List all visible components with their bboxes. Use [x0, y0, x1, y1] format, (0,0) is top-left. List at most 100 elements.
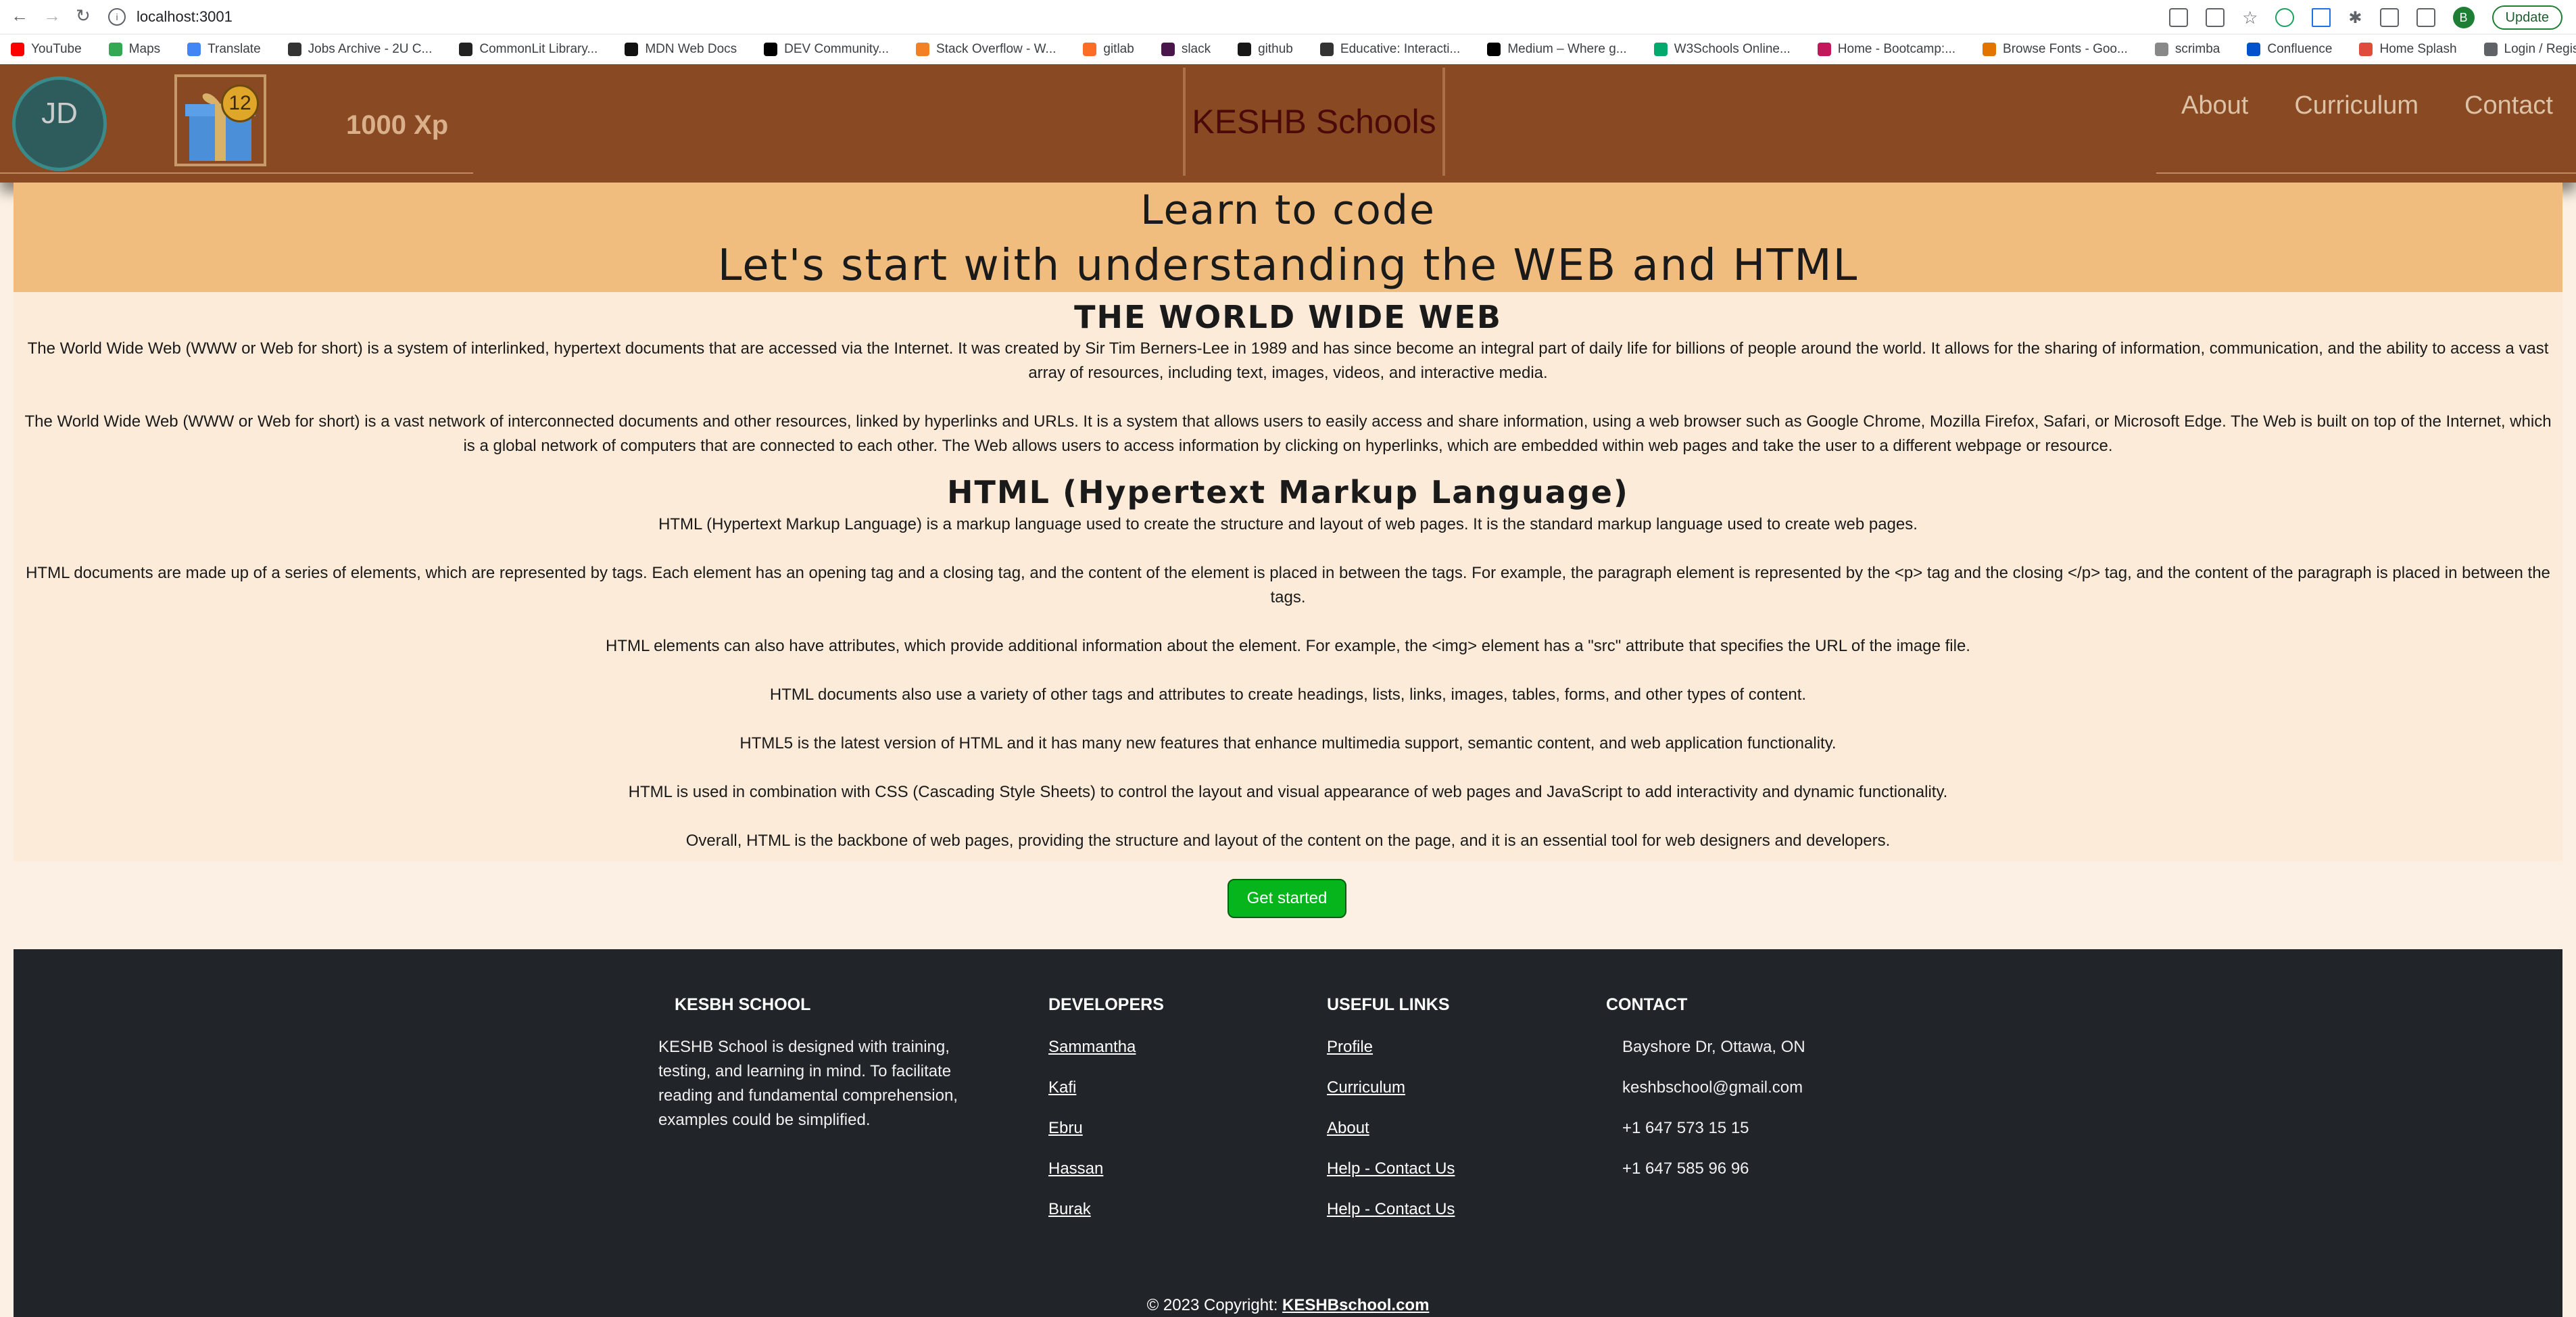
slack-icon	[1161, 43, 1175, 56]
bookmark-label: CommonLit Library...	[479, 42, 598, 56]
html-paragraph: HTML (Hypertext Markup Language) is a ma…	[658, 515, 1918, 533]
brand-logo[interactable]: KESHB Schools	[1183, 68, 1445, 176]
globe-icon	[2483, 43, 2498, 56]
grammarly-icon[interactable]	[2275, 8, 2295, 27]
bookmark-item[interactable]: scrimba	[2154, 42, 2220, 57]
copyright-text: © 2023 Copyright:	[1146, 1296, 1283, 1314]
footer-school-text: KESHB School is designed with training, …	[658, 1038, 958, 1129]
bookmark-label: scrimba	[2174, 42, 2220, 56]
developer-link[interactable]: Burak	[1048, 1197, 1251, 1222]
bookmark-item[interactable]: Medium – Where g...	[1487, 42, 1627, 57]
xp-counter: 1000 Xp	[346, 110, 449, 140]
star-icon[interactable]: ☆	[2242, 7, 2258, 28]
bookmark-item[interactable]: Login / Register	[2483, 42, 2576, 57]
footer-useful-links-heading: USEFUL LINKS	[1327, 995, 1450, 1014]
developer-link[interactable]: Hassan	[1048, 1157, 1251, 1181]
url-text: localhost:3001	[137, 8, 233, 25]
address-bar[interactable]: i localhost:3001	[108, 4, 2474, 30]
hero-title: Learn to code	[1140, 187, 1436, 234]
bookmark-item[interactable]: MDN Web Docs	[625, 42, 737, 57]
profile-avatar[interactable]: B	[2452, 7, 2475, 28]
footer-link-curriculum[interactable]: Curriculum	[1327, 1076, 1557, 1100]
bookmark-label: Educative: Interacti...	[1340, 42, 1461, 56]
nav-curriculum[interactable]: Curriculum	[2271, 91, 2441, 120]
nav-contact[interactable]: Contact	[2441, 91, 2576, 120]
bookmark-item[interactable]: gitlab	[1083, 42, 1134, 57]
footer-link-about[interactable]: About	[1327, 1116, 1557, 1141]
bookmark-item[interactable]: Home - Bootcamp:...	[1817, 42, 1955, 57]
reload-icon[interactable]: ↻	[76, 5, 91, 26]
side-panel-icon[interactable]	[2416, 8, 2435, 27]
bookmarks-bar: YouTube Maps Translate Jobs Archive - 2U C.…	[0, 34, 2576, 64]
bookmark-label: Stack Overflow - W...	[936, 42, 1056, 56]
hero-subtitle: Let's start with understanding the WEB a…	[717, 241, 1859, 291]
copyright: © 2023 Copyright: KESHBschool.com	[14, 1296, 2562, 1315]
footer-developers-column: DEVELOPERS Sammantha Kafi Ebru Hassan Bu…	[1048, 995, 1251, 1238]
user-avatar[interactable]: JD	[12, 76, 107, 171]
forward-icon[interactable]: →	[43, 5, 61, 26]
reading-list-icon[interactable]	[2379, 8, 2399, 27]
fonts-icon	[1983, 43, 1997, 56]
bookmark-item[interactable]: Educative: Interacti...	[1319, 42, 1461, 57]
bookmark-item[interactable]: CommonLit Library...	[459, 42, 598, 57]
bookmark-label: W3Schools Online...	[1674, 42, 1791, 56]
bookmark-item[interactable]: Home Splash	[2359, 42, 2457, 57]
developer-link[interactable]: Ebru	[1048, 1116, 1251, 1141]
scrimba-icon	[2154, 43, 2168, 56]
contact-phone: +1 647 573 15 15	[1622, 1119, 1749, 1137]
gitlab-icon	[1083, 43, 1097, 56]
main-nav: About Curriculum Contact	[2158, 91, 2576, 120]
bookmark-item[interactable]: github	[1238, 42, 1293, 57]
vue-devtools-icon[interactable]	[2312, 8, 2331, 27]
bookmark-item[interactable]: Stack Overflow - W...	[916, 42, 1056, 57]
youtube-icon	[11, 43, 24, 56]
bookmark-item[interactable]: Translate	[187, 42, 261, 57]
footer-link-help[interactable]: Help - Contact Us	[1327, 1157, 1557, 1181]
footer-school-column: KESBH SCHOOL KESHB School is designed wi…	[658, 995, 976, 1132]
mdn-icon	[625, 43, 639, 56]
open-in-new-icon[interactable]	[2169, 8, 2189, 27]
gift-button[interactable]	[174, 74, 266, 166]
bookmark-item[interactable]: DEV Community...	[764, 42, 889, 57]
bookmark-label: Browse Fonts - Goo...	[2003, 42, 2128, 56]
developer-link[interactable]: Sammantha	[1048, 1035, 1251, 1059]
html-paragraph: HTML is used in combination with CSS (Ca…	[628, 783, 1948, 801]
get-started-button[interactable]: Get started	[1228, 879, 1346, 918]
html-paragraph: HTML5 is the latest version of HTML and …	[739, 734, 1837, 752]
bookmark-label: MDN Web Docs	[645, 42, 737, 56]
bookmark-item[interactable]: Confluence	[2247, 42, 2332, 57]
header-divider-left	[0, 172, 473, 174]
nav-about[interactable]: About	[2158, 91, 2271, 120]
bookmark-item[interactable]: Jobs Archive - 2U C...	[287, 42, 433, 57]
www-section: THE WORLD WIDE WEB The World Wide Web (W…	[14, 292, 2562, 466]
bookmark-label: slack	[1181, 42, 1211, 56]
html-paragraph: HTML elements can also have attributes, …	[606, 637, 1970, 655]
share-icon[interactable]	[2206, 8, 2225, 27]
site-info-icon[interactable]: i	[108, 8, 126, 26]
copyright-link[interactable]: KESHBschool.com	[1282, 1296, 1429, 1314]
footer-link-help[interactable]: Help - Contact Us	[1327, 1197, 1557, 1222]
bookmark-item[interactable]: Browse Fonts - Goo...	[1983, 42, 2128, 57]
contact-address: Bayshore Dr, Ottawa, ON	[1622, 1038, 1805, 1056]
bookmark-item[interactable]: Maps	[108, 42, 160, 57]
translate-icon	[187, 43, 201, 56]
extensions-icon[interactable]: ✱	[2348, 8, 2362, 28]
bookmark-item[interactable]: W3Schools Online...	[1653, 42, 1791, 57]
bookmark-label: Confluence	[2267, 42, 2333, 56]
back-icon[interactable]: ←	[11, 5, 28, 26]
book-icon	[459, 43, 473, 56]
bookmark-item[interactable]: YouTube	[11, 42, 82, 57]
html-paragraph: HTML documents are made up of a series o…	[26, 564, 2550, 606]
jobs-icon	[287, 43, 301, 56]
browser-toolbar: ← → ↻ i localhost:3001 ☆ ✱ B Update	[0, 0, 2576, 34]
stackoverflow-icon	[916, 43, 930, 56]
bookmark-item[interactable]: slack	[1161, 42, 1211, 57]
update-button[interactable]: Update	[2492, 5, 2562, 30]
footer-link-profile[interactable]: Profile	[1327, 1035, 1557, 1059]
bookmark-label: Jobs Archive - 2U C...	[308, 42, 433, 56]
medium-icon	[1487, 43, 1501, 56]
developer-link[interactable]: Kafi	[1048, 1076, 1251, 1100]
w3schools-icon	[1653, 43, 1668, 56]
educative-icon	[1319, 43, 1334, 56]
www-paragraph: The World Wide Web (WWW or Web for short…	[24, 412, 2552, 455]
